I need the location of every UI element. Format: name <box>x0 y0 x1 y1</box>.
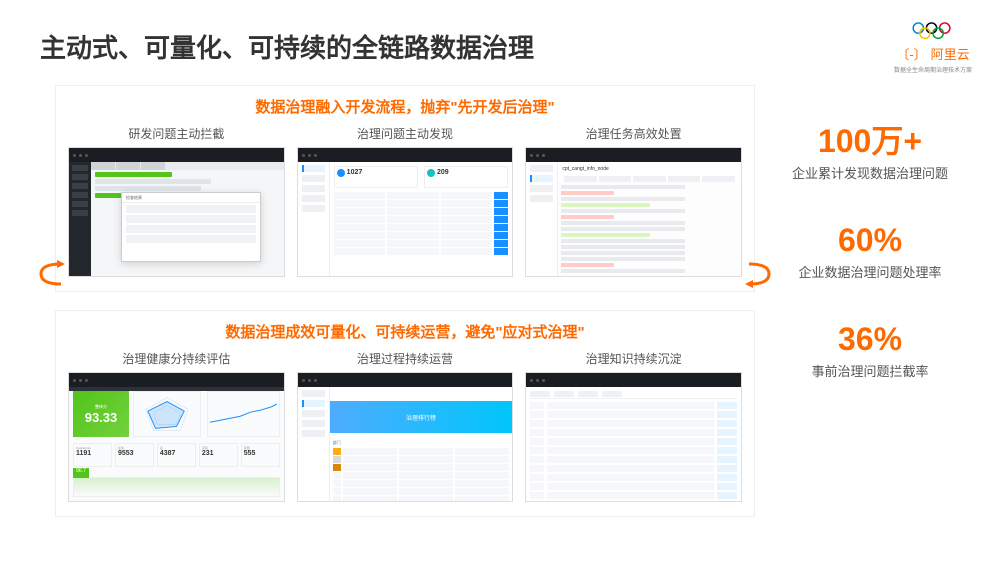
metric-value: 231 <box>202 450 235 457</box>
section-develop: 数据治理融入开发流程，抛弃"先开发后治理" 研发问题主动拦截 <box>55 85 755 292</box>
thumb-label: 治理问题主动发现 <box>357 125 453 142</box>
cycle-arrow-right-icon <box>745 260 773 288</box>
alicloud-logo: 〔-〕 阿里云 <box>896 44 969 63</box>
thumb-col-handle: 治理任务高效处置 cpt_cangt_info_node <box>525 125 742 277</box>
section1-title: 数据治理融入开发流程，抛弃"先开发后治理" <box>68 96 742 117</box>
thumb-label: 治理健康分持续评估 <box>122 350 230 367</box>
kpi-value: 1027 <box>337 169 415 176</box>
thumb-col-knowledge: 治理知识持续沉淀 <box>525 350 742 502</box>
thumb-col-ranking: 治理过程持续运营 治理排行榜 部门 <box>297 350 514 502</box>
stat-intercept: 36% 事前治理问题拦截率 <box>785 323 955 380</box>
screenshot-dashboard: 1027 209 <box>297 147 514 277</box>
score-card: 整体分 93.33 <box>73 391 129 437</box>
screenshot-task: cpt_cangt_info_node <box>525 147 742 277</box>
radar-chart <box>133 391 201 437</box>
thumb-col-discover: 治理问题主动发现 1027 209 <box>297 125 514 277</box>
stat-number: 100万+ <box>785 125 955 157</box>
metric-value: 9553 <box>118 450 151 457</box>
brand-sub: 数据全生命周期治理技术方案 <box>894 65 972 74</box>
node-name: cpt_cangt_info_node <box>562 166 737 172</box>
area-chart: 96.7 <box>73 477 280 497</box>
page-title: 主动式、可量化、可持续的全链路数据治理 <box>40 28 534 65</box>
thumb-col-intercept: 研发问题主动拦截 检查结果 <box>68 125 285 277</box>
screenshot-health: 整体分 93.33 DataWorks1191 任务9553 表4387 <box>68 372 285 502</box>
check-modal: 检查结果 <box>121 192 261 262</box>
stat-number: 60% <box>785 224 955 256</box>
bracket-icon: 〔-〕 <box>896 44 926 63</box>
trend-chart <box>207 391 280 437</box>
screenshot-ide: 检查结果 <box>68 147 285 277</box>
section-operate: 数据治理成效可量化、可持续运营，避免"应对式治理" 治理健康分持续评估 整体分 … <box>55 310 755 517</box>
stat-rate: 60% 企业数据治理问题处理率 <box>785 224 955 281</box>
stat-number: 36% <box>785 323 955 355</box>
screenshot-ranking: 治理排行榜 部门 <box>297 372 514 502</box>
rank-banner: 治理排行榜 <box>330 401 513 433</box>
kpi-value: 209 <box>427 169 505 176</box>
stat-issues: 100万+ 企业累计发现数据治理问题 <box>785 125 955 182</box>
thumb-col-health: 治理健康分持续评估 整体分 93.33 <box>68 350 285 502</box>
thumb-label: 治理任务高效处置 <box>586 125 682 142</box>
metric-value: 1191 <box>76 450 109 457</box>
cycle-arrow-left-icon <box>37 260 65 288</box>
thumb-label: 研发问题主动拦截 <box>128 125 224 142</box>
screenshot-knowledge <box>525 372 742 502</box>
section2-title: 数据治理成效可量化、可持续运营，避免"应对式治理" <box>68 321 742 342</box>
logo-area: 〔-〕 阿里云 数据全生命周期治理技术方案 <box>894 20 972 74</box>
health-score: 93.33 <box>85 410 118 425</box>
brand-text: 阿里云 <box>931 44 970 63</box>
thumb-label: 治理过程持续运营 <box>357 350 453 367</box>
thumb-label: 治理知识持续沉淀 <box>586 350 682 367</box>
olympic-rings-icon <box>911 20 955 42</box>
metric-value: 555 <box>244 450 277 457</box>
stat-label: 企业累计发现数据治理问题 <box>785 163 955 182</box>
stat-label: 事前治理问题拦截率 <box>785 361 955 380</box>
stat-label: 企业数据治理问题处理率 <box>785 262 955 281</box>
metric-value: 4387 <box>160 450 193 457</box>
stats-column: 100万+ 企业累计发现数据治理问题 60% 企业数据治理问题处理率 36% 事… <box>785 85 955 517</box>
